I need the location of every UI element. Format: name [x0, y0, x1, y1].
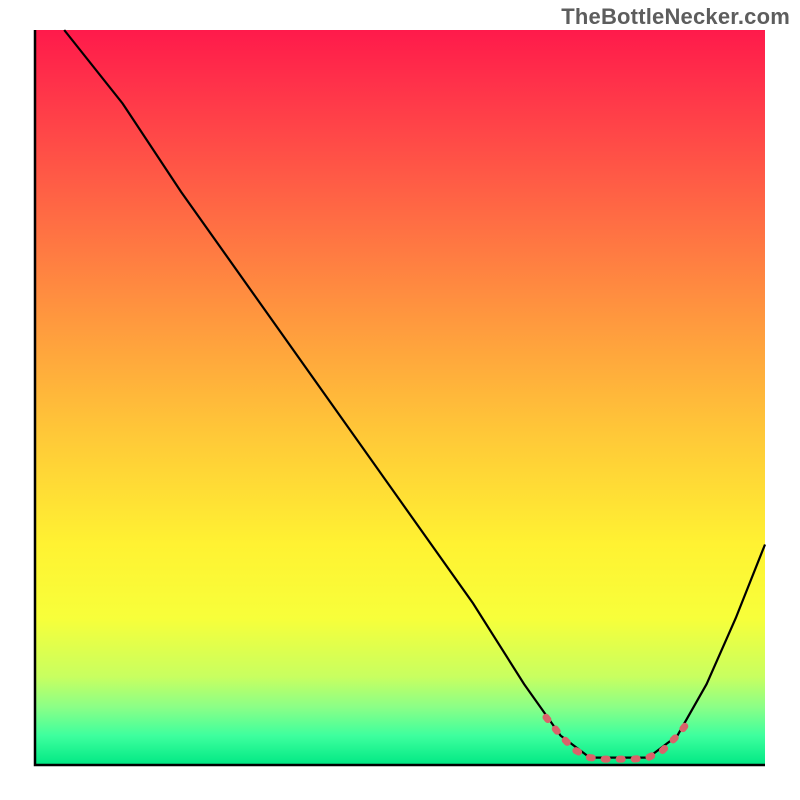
bottleneck-chart	[0, 0, 800, 800]
plot-background	[35, 30, 765, 765]
chart-container: TheBottleNecker.com	[0, 0, 800, 800]
watermark-text: TheBottleNecker.com	[561, 4, 790, 30]
